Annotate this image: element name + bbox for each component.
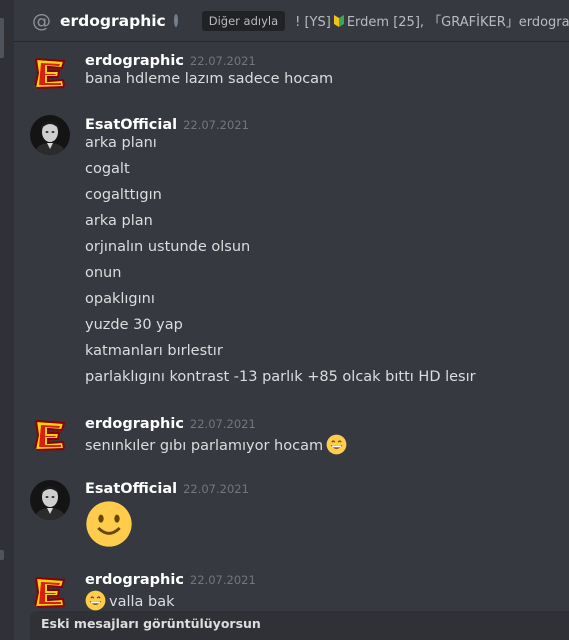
message-text: orjınalın ustunde olsun <box>85 239 251 255</box>
server-sidebar-edge <box>0 0 14 640</box>
author-name[interactable]: erdographic <box>85 572 184 588</box>
message-text: arka planı <box>85 135 157 151</box>
channel-header: @ erdographic Diğer adıyla ! [YS] Erdem [… <box>14 0 569 42</box>
sidebar-scroll-mark <box>0 550 4 560</box>
message-text: onun <box>85 265 122 281</box>
timestamp: 22.07.2021 <box>189 54 256 68</box>
message-text: bana hdleme lazım sadece hocam <box>85 71 334 87</box>
message-text-content: senınkıler gıbı parlamıyor hocam <box>85 438 324 454</box>
nickname-prefix: ! [YS] <box>295 15 331 30</box>
nickname-middle: Erdem [25], <box>346 15 425 30</box>
message-text: cogalttıgın <box>85 187 162 203</box>
grinning-emoji-icon[interactable] <box>326 434 347 455</box>
offline-status-icon <box>173 14 178 27</box>
slightly-smiling-emoji-icon[interactable] <box>85 500 133 548</box>
author-name[interactable]: EsatOfficial <box>85 117 177 133</box>
nickname-label: Diğer adıyla <box>201 10 286 31</box>
timestamp: 22.07.2021 <box>183 482 249 496</box>
timestamp: 22.07.2021 <box>189 573 256 587</box>
message-text: cogalt <box>85 161 130 177</box>
message-text: katmanları bırlestır <box>85 343 223 359</box>
avatar[interactable] <box>30 415 70 455</box>
dm-name[interactable]: erdographic <box>60 12 166 30</box>
old-messages-bar[interactable]: Eski mesajları görüntülüyorsun <box>30 611 569 640</box>
avatar[interactable] <box>30 53 70 93</box>
grinning-emoji-icon[interactable] <box>85 590 106 611</box>
message-text: senınkıler gıbı parlamıyor hocam <box>85 434 347 455</box>
message-text: yuzde 30 yap <box>85 317 183 333</box>
author-name[interactable]: EsatOfficial <box>85 481 177 497</box>
author-name[interactable]: erdographic <box>85 416 184 432</box>
message-text: valla bak <box>85 590 175 611</box>
avatar[interactable] <box>30 480 70 520</box>
message-text: opaklıgını <box>85 291 155 307</box>
nickname-suffix: 「GRAFİKER」erdographic <box>428 15 569 30</box>
nickname-text: ! [YS] Erdem [25], 「GRAFİKER」erdographic <box>295 11 569 30</box>
at-icon: @ <box>32 9 51 32</box>
timestamp: 22.07.2021 <box>189 417 256 431</box>
sidebar-scroll-mark <box>0 18 4 58</box>
beginner-badge-icon <box>333 15 344 27</box>
avatar[interactable] <box>30 572 70 612</box>
timestamp: 22.07.2021 <box>183 118 249 132</box>
author-name[interactable]: erdographic <box>85 53 184 69</box>
message-text: parlaklıgını kontrast -13 parlık +85 olc… <box>85 369 476 385</box>
message-text-content: valla bak <box>109 594 175 610</box>
avatar[interactable] <box>30 115 70 155</box>
message-text: arka plan <box>85 213 153 229</box>
